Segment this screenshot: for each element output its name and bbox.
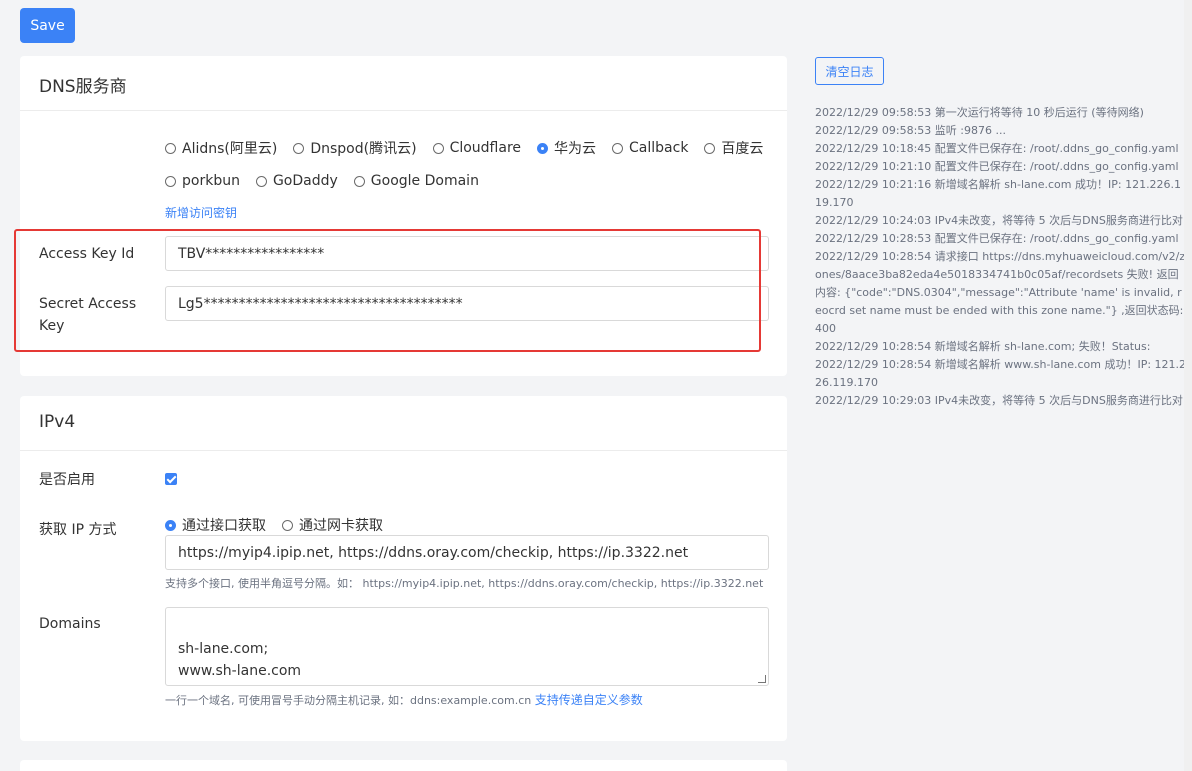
- log-line: 2022/12/29 10:21:16 新增域名解析 sh-lane.com 成…: [815, 178, 1182, 209]
- log-line: 2022/12/29 10:29:03 IPv4未改变，将等待 5 次后与DNS…: [815, 394, 1183, 407]
- log-panel: 2022/12/29 09:58:53 第一次运行将等待 10 秒后运行 (等待…: [815, 104, 1187, 410]
- dns-card-title: DNS服务商: [20, 56, 787, 111]
- clear-log-button[interactable]: 清空日志: [815, 57, 884, 85]
- log-line: 2022/12/29 10:21:10 配置文件已保存在: /root/.ddn…: [815, 160, 1179, 173]
- custom-params-link[interactable]: 支持传递自定义参数: [535, 693, 643, 707]
- radio-unchecked-icon[interactable]: [432, 142, 444, 154]
- radio-label: porkbun: [182, 173, 240, 189]
- radio-option[interactable]: Alidns(阿里云): [165, 138, 277, 158]
- save-button[interactable]: Save: [20, 8, 75, 43]
- ip-url-input[interactable]: https://myip4.ipip.net, https://ddns.ora…: [165, 535, 769, 570]
- radio-option[interactable]: Callback: [612, 140, 688, 156]
- add-access-key-link[interactable]: 新增访问密钥: [165, 204, 237, 221]
- radio-option[interactable]: 通过接口获取: [165, 515, 266, 535]
- radio-unchecked-icon[interactable]: [293, 142, 305, 154]
- radio-label: 通过接口获取: [182, 518, 266, 534]
- ip-url-hint: 支持多个接口, 使用半角逗号分隔。如： https://myip4.ipip.n…: [165, 577, 764, 590]
- radio-option[interactable]: GoDaddy: [255, 173, 338, 189]
- radio-checked-icon[interactable]: [165, 519, 176, 531]
- radio-unchecked-icon[interactable]: [612, 142, 624, 154]
- radio-unchecked-icon[interactable]: [282, 519, 293, 531]
- radio-label: 华为云: [554, 141, 597, 157]
- log-line: 2022/12/29 10:24:03 IPv4未改变，将等待 5 次后与DNS…: [815, 214, 1183, 227]
- resize-grip-icon[interactable]: [758, 675, 766, 683]
- ipv4-card: IPv4 是否启用 获取 IP 方式 通过接口获取 通过网卡获取 https://…: [20, 396, 787, 741]
- radio-label: Cloudflare: [449, 140, 522, 156]
- radio-label: GoDaddy: [272, 173, 338, 189]
- radio-label: Callback: [629, 140, 689, 156]
- radio-option[interactable]: Dnspod(腾讯云): [293, 138, 417, 158]
- log-line: 2022/12/29 10:28:53 配置文件已保存在: /root/.ddn…: [815, 232, 1179, 245]
- radio-unchecked-icon[interactable]: [165, 175, 176, 187]
- radio-option[interactable]: 百度云: [704, 138, 763, 158]
- ipv4-card-title: IPv4: [20, 396, 787, 451]
- radio-label: 通过网卡获取: [299, 518, 383, 534]
- radio-unchecked-icon[interactable]: [165, 142, 176, 154]
- domains-hint: 一行一个域名, 可使用冒号手动分隔主机记录, 如：ddns:example.co…: [165, 691, 643, 708]
- radio-label: Dnspod(腾讯云): [310, 141, 417, 157]
- radio-option[interactable]: porkbun: [165, 173, 240, 189]
- domains-text: sh-lane.com; www.sh-lane.com: [178, 641, 302, 679]
- radio-unchecked-icon[interactable]: [353, 175, 365, 187]
- log-line: 2022/12/29 10:28:54 新增域名解析 www.sh-lane.c…: [815, 358, 1187, 389]
- page-scrollbar[interactable]: [1184, 0, 1192, 771]
- radio-option[interactable]: Google Domain: [353, 173, 479, 189]
- radio-unchecked-icon[interactable]: [255, 175, 267, 187]
- radio-unchecked-icon[interactable]: [704, 142, 716, 154]
- radio-option[interactable]: Cloudflare: [432, 140, 522, 156]
- radio-label: Google Domain: [370, 173, 479, 189]
- radio-option[interactable]: 通过网卡获取: [282, 515, 383, 535]
- ipv4-enabled-label: 是否启用: [39, 472, 95, 488]
- domains-textarea[interactable]: sh-lane.com; www.sh-lane.com: [165, 607, 769, 686]
- ip-method-label: 获取 IP 方式: [39, 522, 117, 538]
- ipv4-enabled-checkbox[interactable]: [165, 473, 177, 485]
- log-line: 2022/12/29 10:28:54 新增域名解析 sh-lane.com; …: [815, 340, 1151, 353]
- domains-hint-text: 一行一个域名, 可使用冒号手动分隔主机记录, 如：ddns:example.co…: [165, 694, 532, 707]
- next-card: [20, 760, 787, 771]
- log-line: 2022/12/29 09:58:53 第一次运行将等待 10 秒后运行 (等待…: [815, 106, 1144, 119]
- log-line: 2022/12/29 10:18:45 配置文件已保存在: /root/.ddn…: [815, 142, 1179, 155]
- domains-label: Domains: [39, 616, 101, 632]
- ip-method-radio-row: 通过接口获取 通过网卡获取: [165, 515, 399, 535]
- highlight-box: [14, 229, 761, 352]
- provider-radio-row-1: Alidns(阿里云) Dnspod(腾讯云) Cloudflare 华为云 Callb…: [165, 138, 779, 158]
- provider-radio-row-2: porkbun GoDaddy Google Domain: [165, 173, 495, 189]
- log-line: 2022/12/29 10:28:54 请求接口 https://dns.myh…: [815, 250, 1186, 335]
- radio-label: Alidns(阿里云): [182, 141, 278, 157]
- radio-checked-icon[interactable]: [537, 142, 549, 154]
- radio-option[interactable]: 华为云: [537, 138, 596, 158]
- log-line: 2022/12/29 09:58:53 监听 :9876 ...: [815, 124, 1006, 137]
- radio-label: 百度云: [721, 141, 764, 157]
